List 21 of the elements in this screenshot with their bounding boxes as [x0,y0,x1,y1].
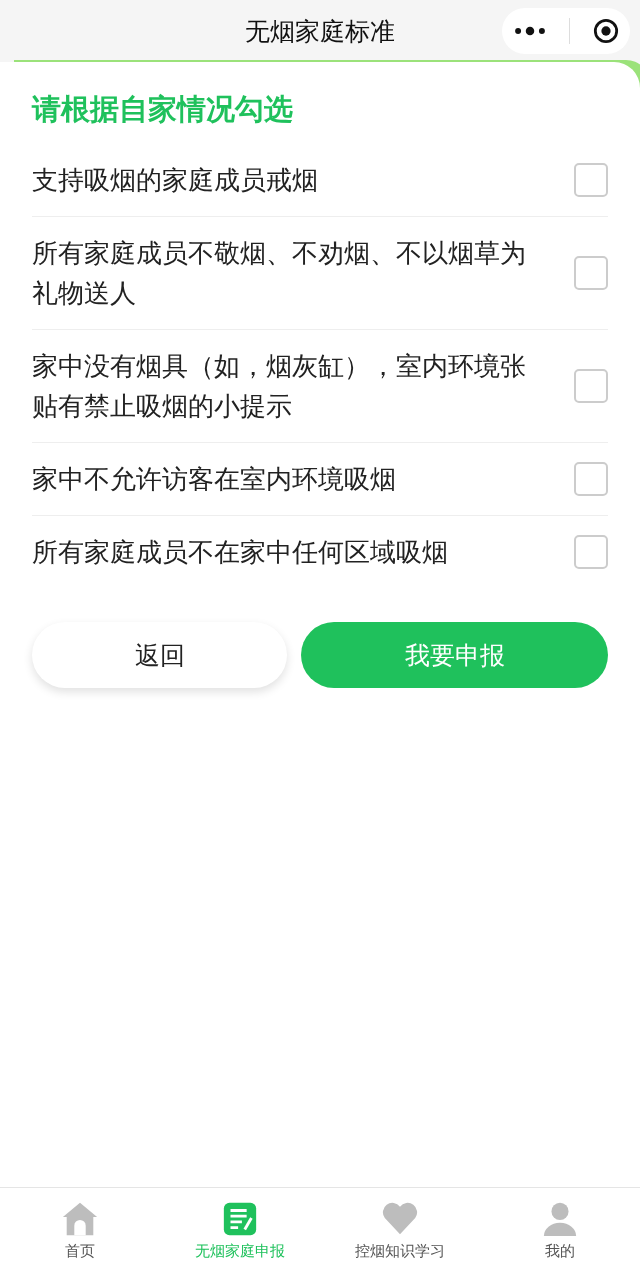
document-icon [221,1200,259,1238]
more-icon[interactable] [513,25,548,37]
tab-bar-item[interactable]: 首页 [5,1200,155,1261]
checkbox[interactable] [574,535,608,569]
checkbox[interactable] [574,256,608,290]
house-icon [61,1200,99,1238]
back-button[interactable]: 返回 [32,622,287,688]
checklist-label: 支持吸烟的家庭成员戒烟 [32,164,318,197]
checkbox[interactable] [574,163,608,197]
checkbox[interactable] [574,462,608,496]
close-icon[interactable] [592,18,619,44]
checkbox[interactable] [574,369,608,403]
checklist-label: 所有家庭成员不敬烟、不劝烟、不以烟草为礼物送人 [32,237,527,310]
tab-bar-item[interactable]: 我的 [485,1200,635,1261]
tab-bar-item[interactable]: 控烟知识学习 [325,1200,475,1261]
section-heading: 请根据自家情况勾选 [32,91,294,128]
checklist-label: 所有家庭成员不在家中任何区域吸烟 [32,536,448,569]
window-title: 无烟家庭标准 [245,15,395,48]
checklist-label: 家中没有烟具（如，烟灰缸），室内环境张贴有禁止吸烟的小提示 [32,350,527,423]
user-icon [541,1200,579,1238]
checklist-label: 家中不允许访客在室内环境吸烟 [32,463,396,496]
